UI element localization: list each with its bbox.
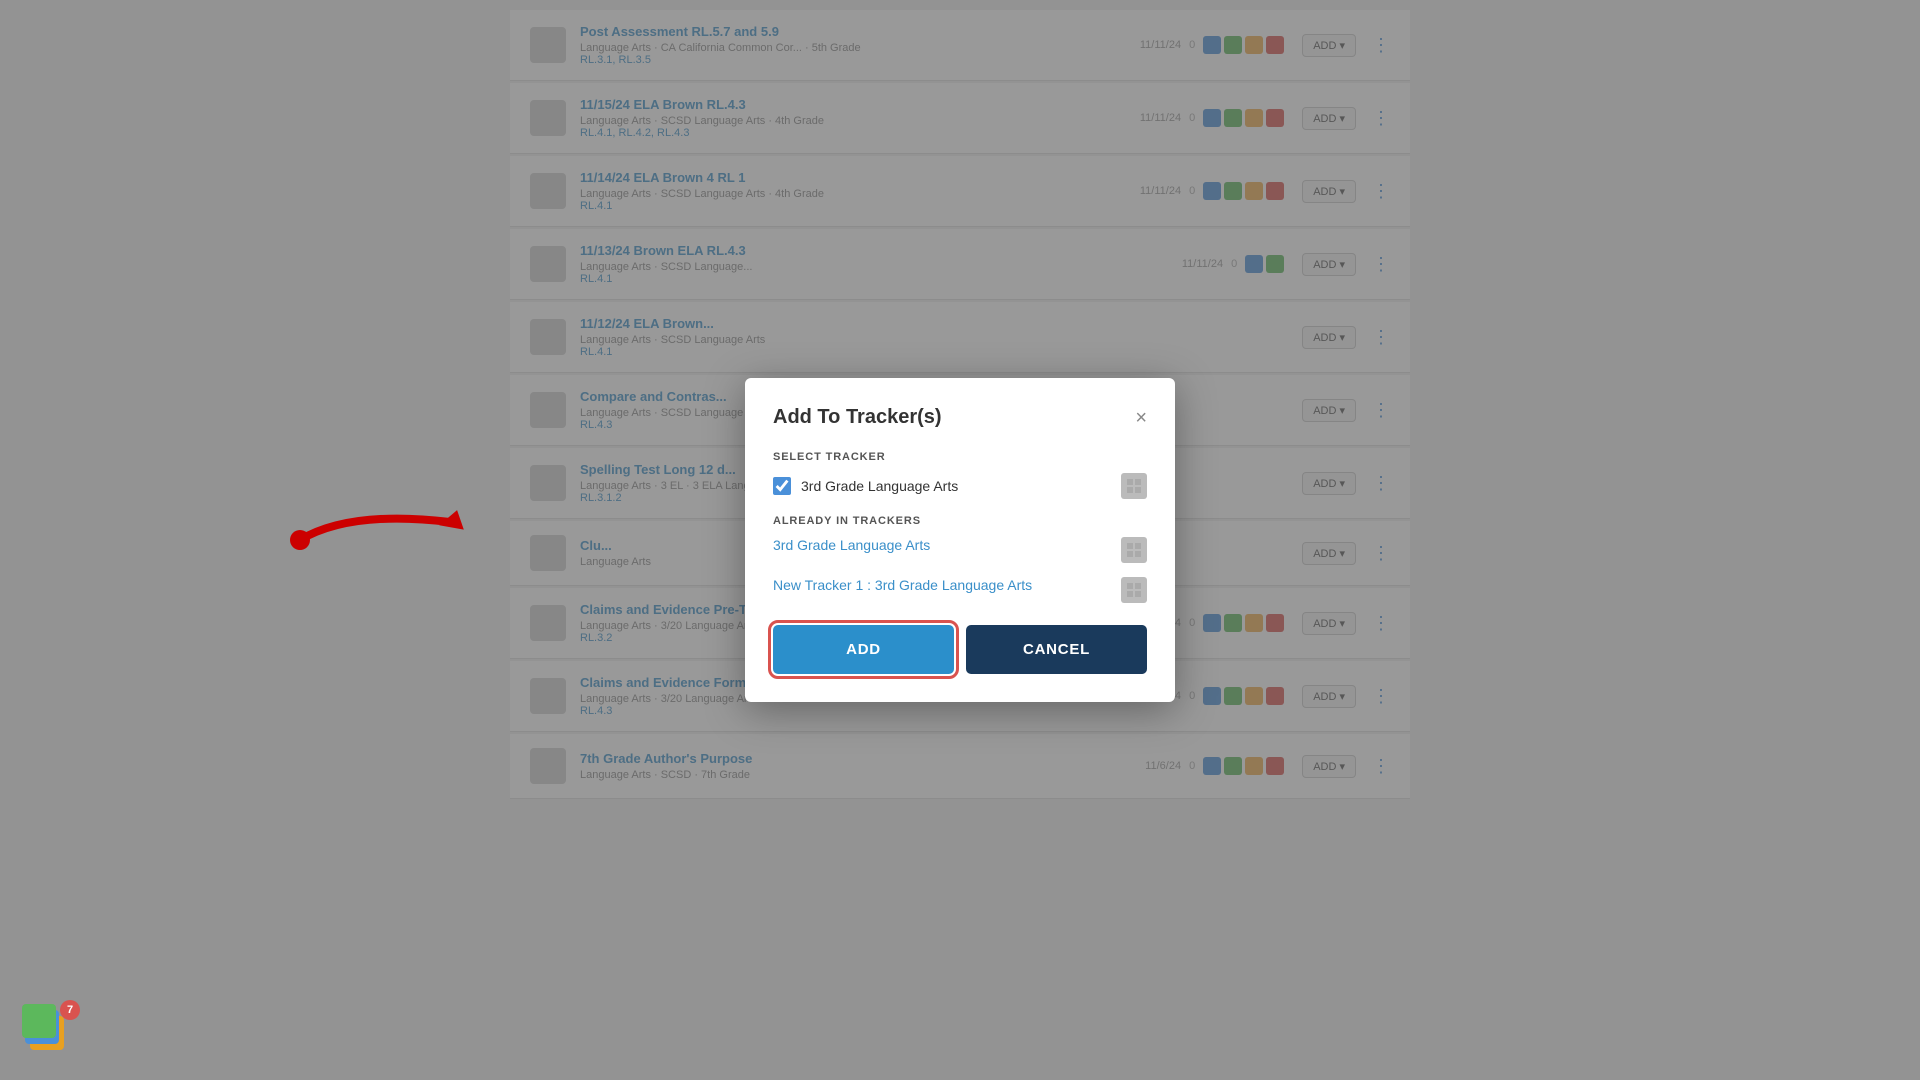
already-in-trackers-label: ALREADY IN TRACKERS — [773, 515, 1147, 527]
modal-header: Add To Tracker(s) × — [773, 406, 1147, 429]
tracker-checkbox-row: 3rd Grade Language Arts — [773, 477, 958, 495]
badge-count: 7 — [60, 1000, 80, 1020]
modal-overlay: Add To Tracker(s) × SELECT TRACKER 3rd G… — [0, 0, 1920, 1080]
already-tracker-item-0: 3rd Grade Language Arts — [773, 537, 1147, 563]
tracker-grid-icon-0 — [1121, 537, 1147, 563]
tracker-grid-icon-1 — [1121, 577, 1147, 603]
already-tracker-item-1: New Tracker 1 : 3rd Grade Language Arts — [773, 577, 1147, 603]
tracker-grid-icon — [1121, 473, 1147, 499]
badge-layer-green — [22, 1004, 56, 1038]
add-button[interactable]: ADD — [773, 625, 954, 674]
bottom-badge[interactable]: 7 — [22, 1000, 80, 1058]
badge-stack: 7 — [22, 1000, 80, 1058]
tracker-checkbox-label: 3rd Grade Language Arts — [801, 478, 958, 494]
cancel-button[interactable]: CANCEL — [966, 625, 1147, 674]
modal-title: Add To Tracker(s) — [773, 406, 942, 429]
modal-actions: ADD CANCEL — [773, 625, 1147, 674]
modal-close-button[interactable]: × — [1135, 408, 1147, 428]
already-tracker-link-0[interactable]: 3rd Grade Language Arts — [773, 537, 930, 553]
already-in-trackers-section: ALREADY IN TRACKERS 3rd Grade Language A… — [773, 515, 1147, 603]
tracker-item-checkbox: 3rd Grade Language Arts — [773, 473, 1147, 499]
add-to-tracker-modal: Add To Tracker(s) × SELECT TRACKER 3rd G… — [745, 378, 1175, 702]
tracker-checkbox[interactable] — [773, 477, 791, 495]
select-tracker-label: SELECT TRACKER — [773, 451, 1147, 463]
already-tracker-link-1[interactable]: New Tracker 1 : 3rd Grade Language Arts — [773, 577, 1032, 593]
